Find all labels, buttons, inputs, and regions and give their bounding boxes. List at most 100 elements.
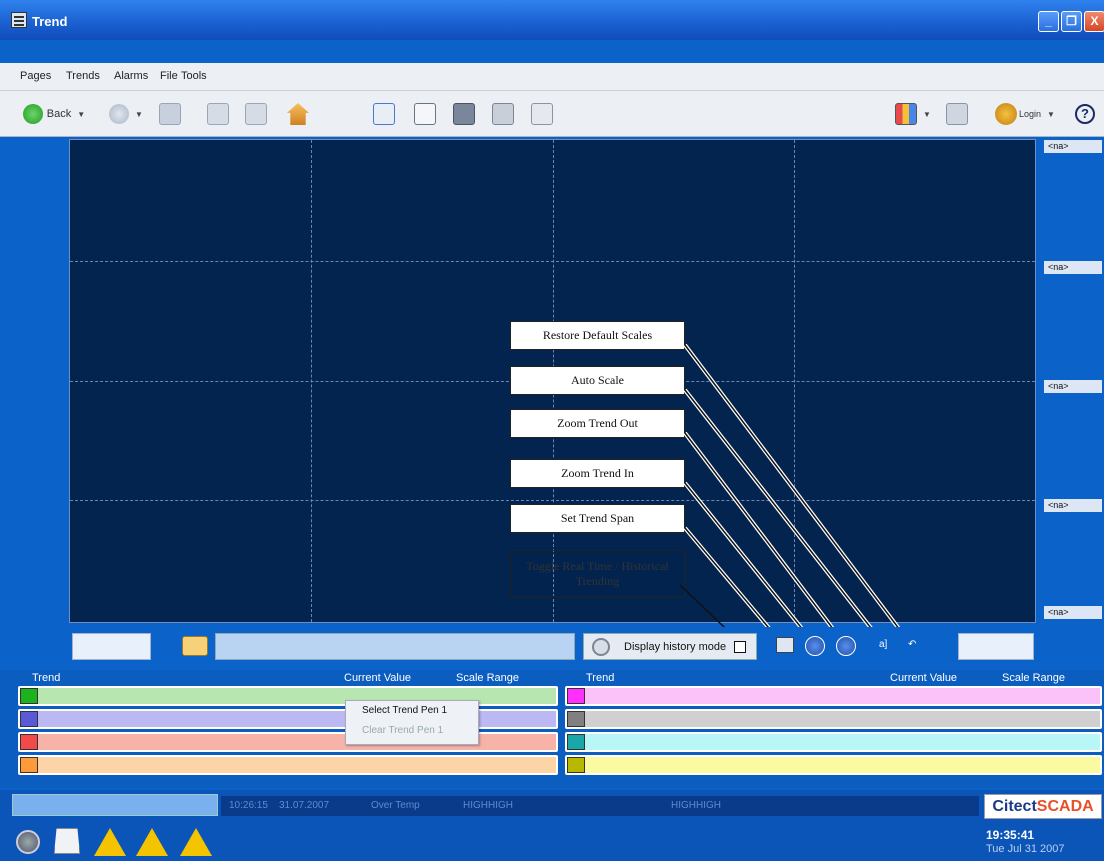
window-title: Trend (32, 14, 68, 29)
home-icon (287, 103, 309, 125)
right-header-current-value: Current Value (890, 672, 958, 684)
chevron-down-icon: ▼ (923, 109, 931, 119)
back-label: Back (46, 108, 72, 120)
clock-icon (592, 637, 610, 656)
previous-page-button[interactable] (207, 103, 229, 125)
chevron-down-icon: ▼ (77, 109, 86, 119)
users-icon (995, 103, 1018, 125)
clock-time: 19:35:41 (986, 828, 1035, 842)
auto-scale-button[interactable]: a] (879, 639, 891, 651)
scale-axis: <na> <na> <na> <na> <na> (1036, 139, 1104, 623)
minimize-button[interactable]: _ (1038, 11, 1059, 32)
scale-label: <na> (1044, 261, 1102, 274)
right-pen-row[interactable] (565, 709, 1102, 729)
scale-label: <na> (1044, 606, 1102, 619)
alarm-state: HIGHHIGH (463, 800, 513, 811)
zoom-out-button[interactable] (836, 636, 856, 656)
context-menu: Select Trend Pen 1 Clear Trend Pen 1 (345, 700, 479, 745)
trend-chart-icon (895, 103, 918, 125)
left-header-trend: Trend (32, 672, 61, 684)
back-button[interactable]: Back ▼ (16, 103, 92, 125)
alarm-time: 10:26:15 (229, 800, 268, 811)
callout-zoom-in: Zoom Trend In (510, 459, 685, 488)
left-header-current-value: Current Value (344, 672, 412, 684)
screenshot-button[interactable] (373, 103, 395, 125)
right-header-trend: Trend (586, 672, 615, 684)
report-button[interactable] (414, 103, 436, 125)
left-header-scale-range: Scale Range (456, 672, 519, 684)
next-page-button[interactable] (245, 103, 267, 125)
trend-window: Trend _ ❐ X Pages Trends Alarms File Too… (0, 0, 1104, 861)
right-pen-row[interactable] (565, 686, 1102, 706)
save-button[interactable] (453, 103, 475, 125)
clipboard-button[interactable] (492, 103, 514, 125)
alarm-summary-icon[interactable] (136, 828, 168, 856)
scale-label: <na> (1044, 499, 1102, 512)
callout-toggle-realtime: Toggle Real Time / Historical Trending (510, 550, 685, 597)
scale-label: <na> (1044, 140, 1102, 153)
grid-line-horizontal (70, 500, 1035, 501)
menu-item-select-trend-pen[interactable]: Select Trend Pen 1 (346, 701, 478, 721)
speaker-icon[interactable] (16, 830, 40, 854)
pen-color-swatch[interactable] (567, 711, 585, 727)
menu-trends[interactable]: Trends (66, 70, 100, 82)
set-trend-span-button[interactable] (776, 637, 794, 653)
page-icon (159, 103, 181, 125)
active-alarm-line[interactable]: 10:26:15 31.07.2007 Over Temp HIGHHIGH H… (221, 796, 979, 816)
login-button[interactable]: Login ▼ (990, 103, 1060, 125)
page-menu-button[interactable] (159, 103, 181, 125)
folder-icon[interactable] (182, 636, 208, 656)
callout-set-trend-span: Set Trend Span (510, 504, 685, 533)
edit-button[interactable] (531, 103, 553, 125)
history-mode-checkbox[interactable] (734, 640, 747, 653)
zoom-in-button[interactable] (805, 636, 825, 656)
menu-item-clear-trend-pen[interactable]: Clear Trend Pen 1 (346, 721, 478, 741)
pen-color-swatch[interactable] (567, 734, 585, 750)
help-button[interactable]: ? (1074, 103, 1096, 125)
menu-alarms[interactable]: Alarms (114, 70, 148, 82)
previous-page-icon (207, 103, 229, 125)
history-mode-label: Display history mode (624, 640, 727, 653)
help-icon: ? (1075, 104, 1095, 124)
alarm-list-icon[interactable] (54, 828, 80, 854)
right-pen-row[interactable] (565, 755, 1102, 775)
restore-scales-button[interactable]: ↶ (908, 639, 920, 651)
alarm-state: HIGHHIGH (671, 800, 721, 811)
restore-button[interactable]: ❐ (1061, 11, 1082, 32)
screen-icon (373, 103, 395, 125)
menu-tools[interactable]: Tools (181, 70, 207, 82)
status-field[interactable] (12, 794, 218, 816)
menu-bar: Pages Trends Alarms File Tools (0, 63, 1104, 91)
pen-color-swatch[interactable] (20, 757, 38, 773)
trend-control-bar (0, 627, 1104, 664)
next-page-icon (245, 103, 267, 125)
forward-button[interactable]: ▼ (106, 103, 146, 125)
clipboard-icon (492, 103, 514, 125)
forward-arrow-icon (109, 104, 130, 124)
grid-line-horizontal (70, 261, 1035, 262)
time-field[interactable] (72, 633, 151, 660)
floppy-disk-icon (453, 103, 475, 125)
pen-color-swatch[interactable] (567, 757, 585, 773)
printer-icon (946, 103, 968, 125)
pen-color-swatch[interactable] (567, 688, 585, 704)
menu-file[interactable]: File (160, 70, 178, 82)
home-button[interactable] (287, 103, 309, 125)
warning-icon[interactable] (180, 828, 212, 856)
callout-auto-scale: Auto Scale (510, 366, 685, 395)
alarm-warning-icon[interactable] (94, 828, 126, 856)
pen-color-swatch[interactable] (20, 734, 38, 750)
span-field[interactable] (958, 633, 1034, 660)
right-pen-row[interactable] (565, 732, 1102, 752)
pen-color-swatch[interactable] (20, 711, 38, 727)
history-file-field[interactable] (215, 633, 575, 660)
trend-menu-button[interactable]: ▼ (892, 103, 934, 125)
close-button[interactable]: X (1084, 11, 1104, 32)
print-button[interactable] (946, 103, 968, 125)
login-label: Login (1019, 109, 1042, 119)
menu-pages[interactable]: Pages (20, 70, 51, 82)
pen-color-swatch[interactable] (20, 688, 38, 704)
citectscada-logo: CitectSCADA (984, 794, 1102, 819)
toolbar: Back ▼ ▼ ▼ Login ▼ ? (0, 91, 1104, 137)
left-pen-row[interactable] (18, 755, 558, 775)
